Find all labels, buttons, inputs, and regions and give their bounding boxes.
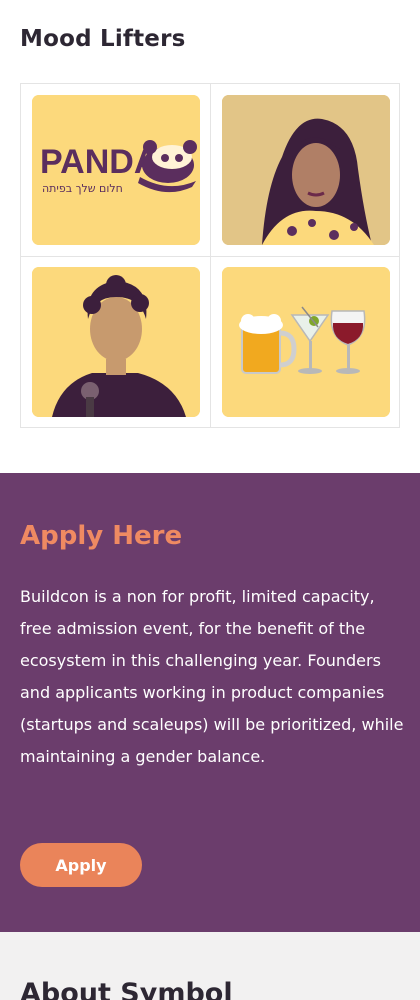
- apply-title: Apply Here: [20, 521, 183, 551]
- panda-logo-tile[interactable]: PANDA חלום שלך בפיתה: [32, 95, 200, 245]
- grid-divider-horizontal: [21, 256, 399, 257]
- mood-lifters-grid: PANDA חלום שלך בפיתה: [20, 83, 400, 428]
- woman-portrait-image: [222, 95, 390, 245]
- mood-lifters-section: Mood Lifters PANDA חלום שלך בפיתה: [0, 0, 420, 473]
- drinks-image: [222, 267, 390, 417]
- man-portrait-tile[interactable]: [32, 267, 200, 417]
- drinks-tile[interactable]: [222, 267, 390, 417]
- panda-wordmark: PANDA: [40, 143, 158, 181]
- apply-button[interactable]: Apply: [20, 843, 142, 887]
- apply-description: Buildcon is a non for profit, limited ca…: [20, 587, 404, 766]
- man-portrait-image: [32, 267, 200, 417]
- panda-subtitle: חלום שלך בפיתה: [42, 182, 123, 195]
- about-title: About Symbol: [20, 978, 233, 1000]
- panda-logo-image: PANDA חלום שלך בפיתה: [32, 95, 200, 245]
- about-section: About Symbol: [0, 932, 420, 1000]
- woman-portrait-tile[interactable]: [222, 95, 390, 245]
- mood-lifters-title: Mood Lifters: [20, 26, 186, 52]
- apply-section: Apply Here Buildcon is a non for profit,…: [0, 473, 420, 932]
